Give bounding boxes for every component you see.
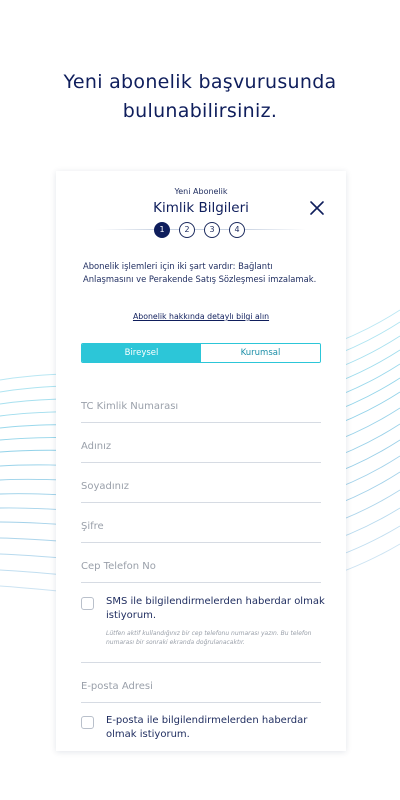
sms-note: Lütfen aktif kullandığınız bir cep telef… [106, 630, 312, 646]
sms-consent-label: SMS ile bilgilendirmelerden haberdar olm… [106, 596, 325, 621]
close-button[interactable] [308, 199, 326, 217]
sms-divider [81, 662, 321, 663]
step-4[interactable]: 4 [229, 222, 245, 238]
step-2[interactable]: 2 [179, 222, 195, 238]
customer-type-tabs: Bireysel Kurumsal [81, 343, 321, 363]
email-input[interactable] [81, 672, 321, 700]
phone-field [81, 552, 321, 583]
form-kicker: Yeni Abonelik [174, 187, 228, 196]
password-input[interactable] [81, 512, 321, 540]
close-icon [310, 201, 324, 215]
name-field [81, 432, 321, 463]
sms-consent-checkbox[interactable] [81, 597, 94, 610]
headline-line-2: bulunabilirsiniz. [122, 100, 278, 122]
headline: Yeni abonelik başvurusunda bulunabilirsi… [0, 68, 400, 126]
info-link[interactable]: Abonelik hakkında detaylı bilgi alın [56, 312, 346, 321]
name-input[interactable] [81, 432, 321, 460]
step-1[interactable]: 1 [154, 222, 170, 238]
password-field [81, 512, 321, 543]
phone-input[interactable] [81, 552, 321, 580]
info-text: Abonelik işlemleri için iki şart vardır:… [83, 261, 317, 284]
stepper: 1 2 3 4 [154, 222, 248, 238]
email-consent-checkbox[interactable] [81, 716, 94, 729]
step-3[interactable]: 3 [204, 222, 220, 238]
email-consent-label: E-posta ile bilgilendirmelerden haberdar… [106, 715, 308, 740]
tc-field [81, 392, 321, 423]
tab-bireysel[interactable]: Bireysel [82, 344, 201, 362]
form-title: Kimlik Bilgileri [153, 200, 249, 216]
surname-input[interactable] [81, 472, 321, 500]
tab-kurumsal[interactable]: Kurumsal [201, 344, 320, 362]
surname-field [81, 472, 321, 503]
tc-input[interactable] [81, 392, 321, 420]
email-field [81, 672, 321, 703]
headline-line-1: Yeni abonelik başvurusunda [63, 71, 337, 93]
subscription-form-card: Yeni Abonelik Kimlik Bilgileri 1 2 3 4 A… [56, 171, 346, 751]
form-header: Yeni Abonelik Kimlik Bilgileri 1 2 3 4 [56, 171, 346, 238]
